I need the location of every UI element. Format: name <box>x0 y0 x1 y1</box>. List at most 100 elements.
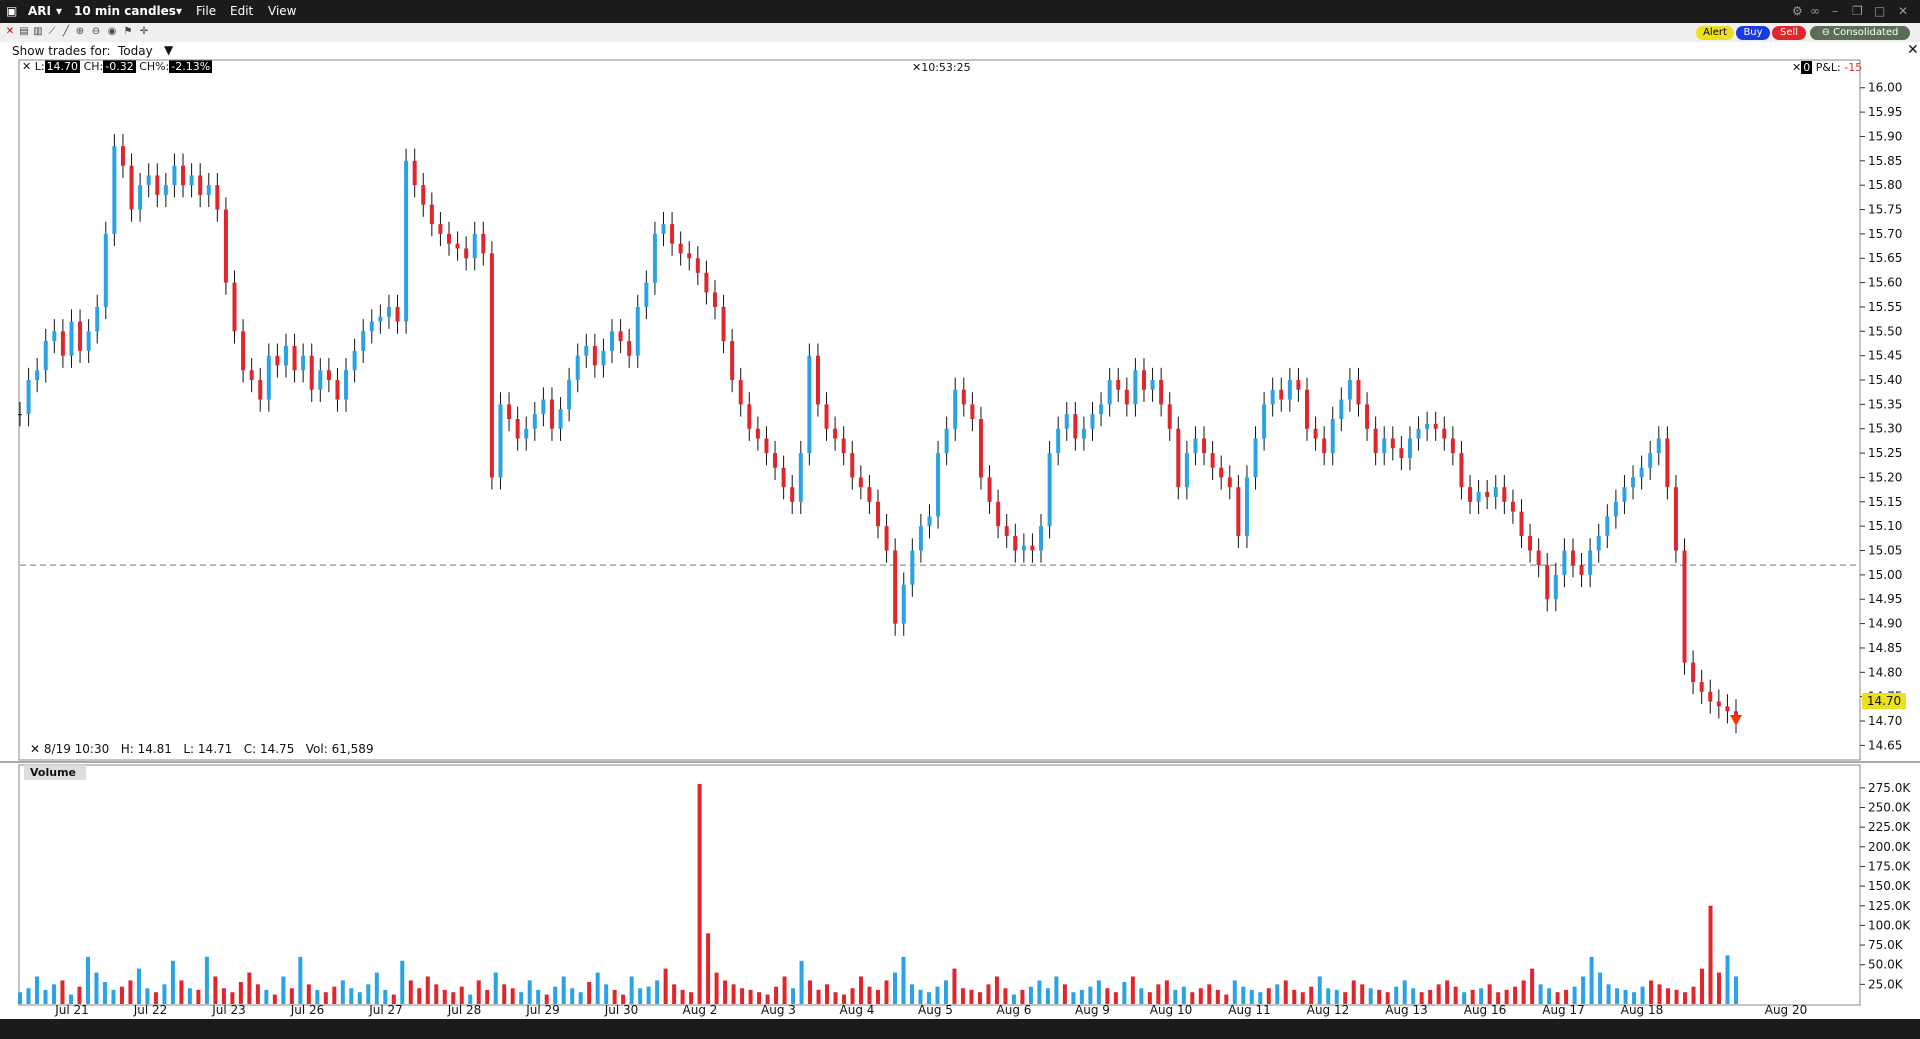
price-tick-label: 15.90 <box>1868 129 1902 143</box>
candle-body <box>541 399 546 415</box>
x-tick-label: Aug 20 <box>1765 1003 1808 1017</box>
volume-bar <box>264 989 269 1004</box>
candle-body <box>627 341 632 356</box>
candle-body <box>95 306 100 332</box>
volume-bar <box>629 976 634 1004</box>
candle-body <box>1613 501 1618 517</box>
volume-bar <box>332 986 337 1004</box>
volume-bar <box>680 989 685 1004</box>
candle-body <box>1056 428 1061 454</box>
candle-body <box>773 453 778 468</box>
candle-body <box>1407 438 1412 458</box>
volume-bar <box>536 989 541 1004</box>
ohlc-close: C: 14.75 <box>243 742 295 756</box>
volume-bar <box>578 992 583 1004</box>
volume-bar <box>1504 989 1509 1004</box>
volume-tick-label: 50.0K <box>1868 958 1904 972</box>
candle-body <box>1442 428 1447 439</box>
candle-body <box>1665 438 1670 488</box>
candle-body <box>1536 550 1541 566</box>
volume-bar <box>383 989 388 1004</box>
volume-bar <box>799 960 804 1004</box>
volume-bar <box>1547 988 1552 1004</box>
volume-bar <box>960 988 965 1004</box>
candle-body <box>1262 404 1267 439</box>
candle-body <box>1545 565 1550 600</box>
candle-body <box>1639 467 1644 478</box>
volume-bar <box>349 988 354 1004</box>
candle-body <box>1553 574 1558 600</box>
volume-bar <box>51 984 56 1004</box>
volume-bar <box>298 956 303 1004</box>
candle-body <box>876 501 880 527</box>
candle-body <box>1356 380 1361 405</box>
candle-body <box>1382 438 1387 454</box>
candle-body <box>815 355 820 405</box>
volume-bar <box>1513 986 1518 1004</box>
candle-body <box>1124 389 1129 405</box>
volume-bar <box>1173 989 1178 1004</box>
volume-bar <box>519 992 524 1004</box>
price-tick-label: 15.15 <box>1868 495 1902 509</box>
candle-body <box>1373 428 1378 454</box>
volume-bar <box>825 984 830 1004</box>
volume-bar <box>1428 989 1433 1004</box>
candle-body <box>1073 414 1078 439</box>
x-tick-label: Aug 5 <box>918 1003 953 1017</box>
candle-body <box>996 501 1001 527</box>
volume-tick-label: 275.0K <box>1868 781 1911 795</box>
x-tick-label: Aug 4 <box>840 1003 875 1017</box>
volume-bar <box>1445 980 1450 1004</box>
candle-body <box>1399 448 1404 458</box>
volume-bar <box>179 980 184 1004</box>
x-tick-label: Aug 13 <box>1385 1003 1428 1017</box>
volume-bar <box>1470 989 1475 1004</box>
volume-bar <box>510 988 515 1004</box>
x-tick-label: Aug 18 <box>1621 1003 1664 1017</box>
volume-bar <box>238 981 243 1004</box>
volume-bar <box>374 972 379 1004</box>
candle-body <box>1176 428 1181 488</box>
price-volume-chart[interactable]: 16.00 15.95 15.90 15.85 15.80 15.75 15.70 15.65… <box>0 0 1920 1039</box>
volume-bar <box>1538 984 1543 1004</box>
volume-bar <box>1700 968 1705 1004</box>
price-tick-label: 15.35 <box>1868 397 1902 411</box>
close-icon[interactable]: ✕ <box>30 742 40 756</box>
volume-bar <box>128 980 133 1004</box>
candle-body <box>961 389 966 405</box>
candle-body <box>1716 701 1721 707</box>
candle-body <box>978 419 983 478</box>
volume-bar <box>1028 986 1033 1004</box>
candle-body <box>824 404 829 429</box>
price-tick-label: 15.45 <box>1868 349 1902 363</box>
volume-bar <box>1309 986 1314 1004</box>
x-tick-label: Jul 28 <box>447 1003 482 1017</box>
volume-panel-title: Volume <box>24 765 86 780</box>
candle-body <box>103 233 108 307</box>
time-scroller[interactable] <box>0 1019 1920 1039</box>
volume-bar <box>1122 981 1127 1004</box>
x-tick-label: Aug 3 <box>761 1003 796 1017</box>
x-tick-label: Jul 22 <box>133 1003 168 1017</box>
volume-bar <box>502 984 507 1004</box>
x-tick-label: Aug 9 <box>1075 1003 1110 1017</box>
candle-body <box>318 370 323 390</box>
candle-body <box>1193 438 1198 454</box>
volume-bar <box>901 956 906 1004</box>
volume-bar <box>1691 986 1696 1004</box>
volume-bar <box>943 980 948 1004</box>
volume-bar <box>527 980 532 1004</box>
candle-body <box>670 224 675 244</box>
candle-body <box>524 428 529 439</box>
candle-body <box>1133 370 1138 405</box>
candle-body <box>695 258 700 273</box>
candle-body <box>404 160 409 322</box>
candle-body <box>807 355 812 454</box>
candle-body <box>1699 682 1704 692</box>
volume-bar <box>1487 984 1492 1004</box>
volume-bar <box>1360 984 1365 1004</box>
candle-body <box>223 209 228 283</box>
candle-body <box>687 253 692 259</box>
candle-body <box>138 185 143 210</box>
volume-bar <box>425 976 430 1004</box>
